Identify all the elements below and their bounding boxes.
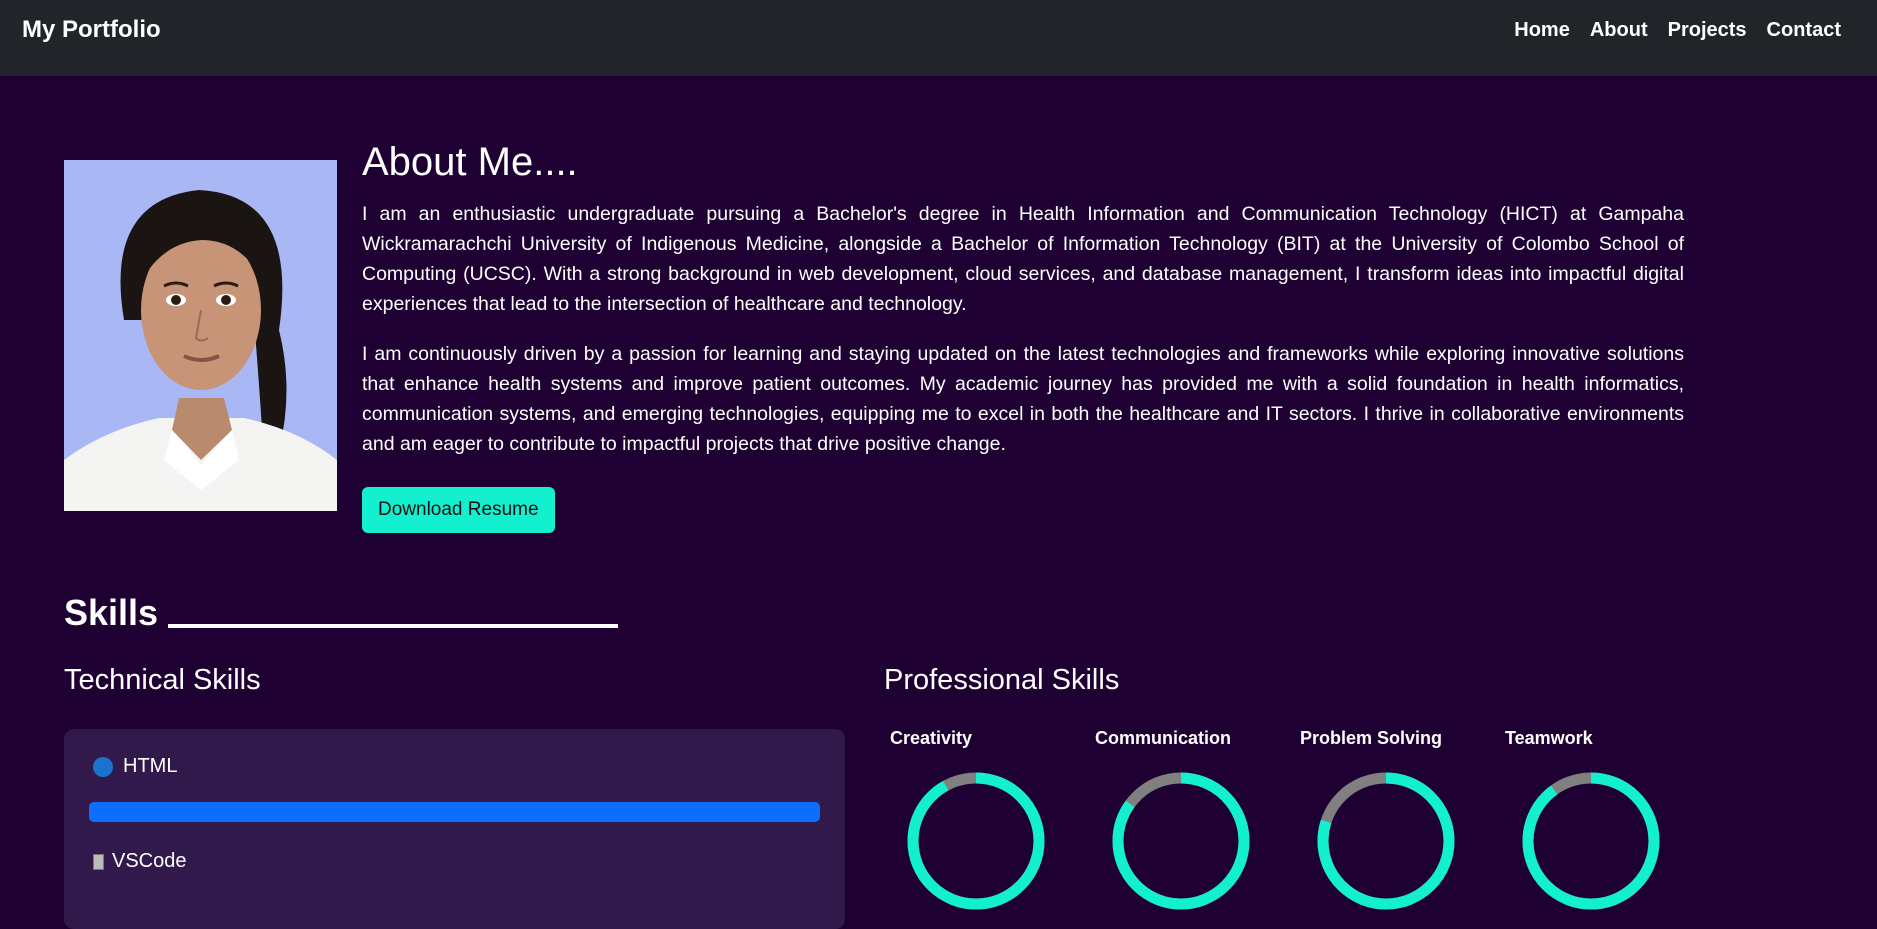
skills-heading-text: Skills <box>64 592 159 633</box>
prof-skill-label: Creativity <box>890 728 973 748</box>
professional-skills-grid: Creativity Communication Problem Solving… <box>884 728 1704 916</box>
prof-skill-label: Communication <box>1095 728 1232 748</box>
communication-progress-ring <box>1112 772 1250 910</box>
about-text: About Me.... I am an enthusiastic underg… <box>362 140 1684 533</box>
ring-progress-arc <box>1522 772 1660 910</box>
prof-skill-label: Problem Solving <box>1300 728 1443 748</box>
technical-skills-card: HTML VSCode <box>64 729 845 929</box>
download-resume-button[interactable]: Download Resume <box>362 487 555 533</box>
prof-skill-label: Teamwork <box>1505 728 1593 748</box>
profile-photo-image <box>64 160 337 511</box>
creativity-progress-ring <box>907 772 1045 910</box>
professional-skills-title: Professional Skills <box>884 664 1120 696</box>
problem-solving-progress-ring <box>1317 772 1455 910</box>
skills-heading: Skills <box>64 592 619 634</box>
nav-link-home[interactable]: Home <box>1514 19 1570 42</box>
skill-vscode: VSCode <box>89 850 820 873</box>
profile-photo <box>64 160 337 511</box>
skill-html-progress-fill <box>89 802 820 822</box>
prof-skill-problem-solving: Problem Solving <box>1294 728 1499 916</box>
brand-logo[interactable]: My Portfolio <box>22 16 161 44</box>
nav-link-contact[interactable]: Contact <box>1767 19 1841 42</box>
skill-html: HTML <box>89 755 820 778</box>
about-paragraph-1: I am an enthusiastic undergraduate pursu… <box>362 203 1684 315</box>
technical-skills-title: Technical Skills <box>64 664 261 696</box>
about-title: About Me.... <box>362 140 578 184</box>
prof-skill-teamwork: Teamwork <box>1499 728 1704 916</box>
skill-vscode-label: VSCode <box>112 850 187 872</box>
ring-progress-arc <box>907 772 1045 910</box>
teamwork-progress-ring <box>1522 772 1660 910</box>
about-paragraph-2: I am continuously driven by a passion fo… <box>362 343 1684 455</box>
nav-link-projects[interactable]: Projects <box>1668 19 1747 42</box>
navbar: My Portfolio Home About Projects Contact <box>0 0 1877 76</box>
vscode-icon <box>93 853 104 870</box>
skill-html-progress-bar <box>89 802 820 822</box>
html-icon <box>93 756 113 777</box>
nav-link-about[interactable]: About <box>1590 19 1648 42</box>
nav-links: Home About Projects Contact <box>1514 19 1841 42</box>
prof-skill-communication: Communication <box>1089 728 1294 916</box>
skill-html-label: HTML <box>123 755 178 777</box>
skills-underline <box>168 624 619 628</box>
prof-skill-creativity: Creativity <box>884 728 1089 916</box>
